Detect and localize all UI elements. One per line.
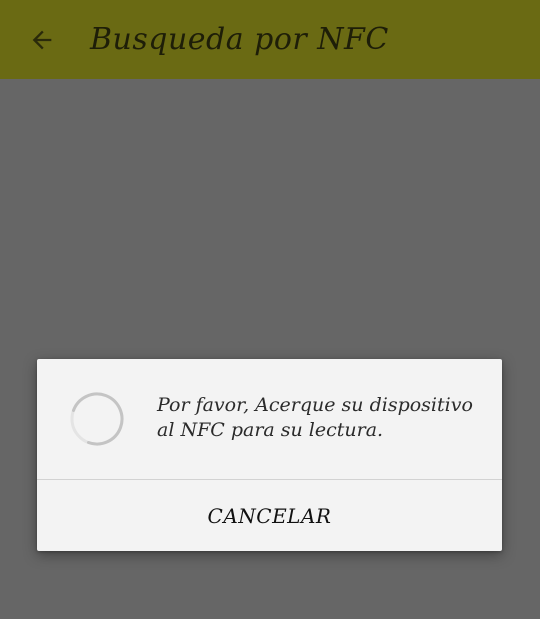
dialog-message: Por favor, Acerque su dispositivo al NFC… bbox=[157, 393, 487, 443]
app-bar: Busqueda por NFC bbox=[0, 0, 540, 79]
progress-dialog: Por favor, Acerque su dispositivo al NFC… bbox=[37, 359, 502, 551]
dialog-message-line-2: al NFC para su lectura. bbox=[157, 419, 384, 441]
dialog-message-line-1: Por favor, Acerque su dispositivo bbox=[157, 394, 473, 416]
back-button[interactable] bbox=[14, 12, 70, 68]
arrow-left-icon bbox=[32, 30, 52, 49]
app-title: Busqueda por NFC bbox=[90, 22, 389, 57]
cancel-button[interactable]: CANCELAR bbox=[37, 480, 502, 551]
progress-spinner-icon bbox=[70, 392, 124, 446]
dialog-body: Por favor, Acerque su dispositivo al NFC… bbox=[37, 359, 502, 479]
